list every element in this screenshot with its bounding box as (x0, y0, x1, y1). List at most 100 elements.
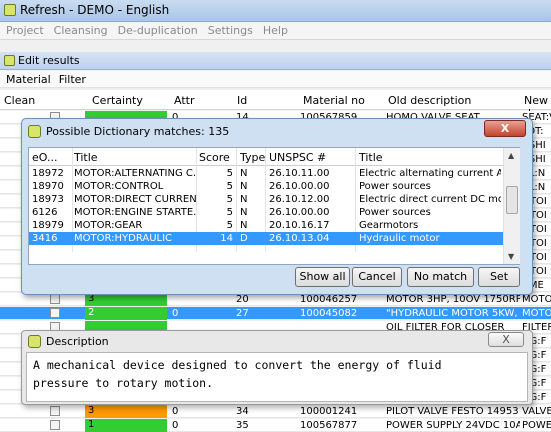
match-id-cell: 3416 (32, 233, 58, 244)
id-cell: 27 (236, 308, 249, 319)
menu-cleansing[interactable]: Cleansing (54, 24, 108, 37)
match-type-cell: N (240, 168, 248, 179)
match-score-cell: 5 (226, 220, 233, 231)
menu-material[interactable]: Material (6, 73, 51, 86)
scroll-thumb[interactable] (506, 186, 518, 214)
col-attr[interactable]: Attr (174, 94, 194, 107)
app-icon (4, 4, 16, 16)
matches-scrollbar[interactable]: ▲ ▼ (503, 148, 520, 264)
clean-checkbox[interactable] (50, 294, 60, 304)
close-icon[interactable]: X (488, 332, 524, 347)
match-title-cell: MOTOR:CONTROL (74, 181, 164, 192)
table-row[interactable]: 3 0 34 100001241 PILOT VALVE FESTO 14953 ...… (0, 405, 551, 418)
match-unspsc-cell: 26.10.12.00 (269, 194, 330, 205)
match-unspsc-title-cell: Power sources (359, 181, 431, 192)
description-dialog: Description X A mechanical device design… (21, 330, 533, 405)
material-no-cell: 100567877 (300, 420, 358, 431)
scroll-up-icon[interactable]: ▲ (508, 151, 514, 160)
edit-results-icon (4, 55, 15, 66)
col-old-description[interactable]: Old description (388, 94, 471, 107)
col-clean[interactable]: Clean (4, 94, 35, 107)
new-description-cell: MOTO (522, 308, 551, 319)
certainty-bar: 1 (85, 419, 167, 432)
mcol-type[interactable]: Type (240, 151, 265, 164)
id-cell: 35 (236, 420, 249, 431)
match-id-cell: 18970 (32, 181, 64, 192)
match-row[interactable]: 18972 MOTOR:ALTERNATING C... 5 N 26.10.11.00… (29, 167, 503, 180)
cancel-button[interactable]: Cancel (352, 267, 402, 287)
old-description-cell: "HYDRAULIC MOTOR 5KW, ... (386, 308, 520, 319)
table-row[interactable]: 2 0 27 100045082 "HYDRAULIC MOTOR 5KW, ... MO… (0, 307, 551, 320)
match-score-cell: 5 (226, 168, 233, 179)
matches-title: Possible Dictionary matches: 135 (46, 125, 230, 138)
description-line-2: pressure to rotary motion. (33, 376, 214, 390)
col-material-no[interactable]: Material no (303, 94, 365, 107)
match-type-cell: N (240, 220, 248, 231)
match-row[interactable]: 6126 MOTOR:ENGINE STARTE... 5 N 26.10.00.00 P… (29, 206, 503, 219)
match-row[interactable]: 18973 MOTOR:DIRECT CURRENT 5 N 26.10.12.00 El… (29, 193, 503, 206)
clean-checkbox[interactable] (50, 308, 60, 318)
match-unspsc-cell: 26.10.00.00 (269, 181, 330, 192)
col-certainty[interactable]: Certainty (92, 94, 143, 107)
mcol-title[interactable]: Title (74, 151, 98, 164)
new-description-cell: POWEF (522, 420, 551, 431)
mcol-score[interactable]: Score (199, 151, 230, 164)
match-id-cell: 18973 (32, 194, 64, 205)
certainty-value: 1 (88, 419, 95, 430)
window-title: Refresh - DEMO - English (20, 3, 170, 17)
scroll-down-icon[interactable]: ▼ (508, 252, 514, 261)
match-id-cell: 18979 (32, 220, 64, 231)
match-id-cell: 6126 (32, 207, 58, 218)
certainty-bar: 3 (85, 405, 167, 418)
menu-help[interactable]: Help (263, 24, 288, 37)
clean-checkbox[interactable] (50, 420, 60, 430)
old-description-cell: POWER SUPPLY 24VDC 10A (386, 420, 520, 431)
match-unspsc-cell: 20.10.16.17 (269, 220, 330, 231)
menu-settings[interactable]: Settings (208, 24, 253, 37)
mcol-id[interactable]: eO... (32, 151, 57, 164)
menu-filter[interactable]: Filter (59, 73, 86, 86)
edit-results-title-bar: Edit results (0, 52, 551, 70)
match-row[interactable]: 3416 MOTOR:HYDRAULIC 14 D 26.10.13.04 Hydraul… (29, 232, 503, 245)
matches-header: eO... Title Score Type UNSPSC # Title (29, 148, 503, 166)
attr-cell: 0 (172, 420, 179, 431)
set-button[interactable]: Set (478, 267, 520, 287)
certainty-value: 3 (88, 405, 95, 416)
match-row[interactable]: 18970 MOTOR:CONTROL 5 N 26.10.00.00 Power sou… (29, 180, 503, 193)
match-unspsc-title-cell: Gearmotors (359, 220, 419, 231)
certainty-bar: 2 (85, 307, 167, 320)
match-row[interactable]: 18979 MOTOR:GEAR 5 N 20.10.16.17 Gearmotors (29, 219, 503, 232)
new-description-cell: VALVE (522, 406, 551, 417)
match-unspsc-title-cell: Power sources (359, 207, 431, 218)
match-id-cell: 18972 (32, 168, 64, 179)
main-menu-bar: Project Cleansing De-duplication Settings He… (0, 22, 551, 40)
match-unspsc-cell: 26.10.13.04 (269, 233, 330, 244)
description-line-1: A mechanical device designed to convert … (33, 358, 442, 372)
match-type-cell: N (240, 207, 248, 218)
description-title: Description (46, 335, 109, 348)
table-row[interactable]: 1 0 35 100567877 POWER SUPPLY 24VDC 10APOWEF (0, 419, 551, 432)
match-unspsc-cell: 26.10.11.00 (269, 168, 330, 179)
attr-cell: 0 (172, 308, 179, 319)
material-no-cell: 100045082 (300, 308, 358, 319)
clean-checkbox[interactable] (50, 406, 60, 416)
mcol-unspsc-title[interactable]: Title (359, 151, 383, 164)
matches-dialog-icon (28, 125, 41, 138)
match-unspsc-cell: 26.10.00.00 (269, 207, 330, 218)
col-id[interactable]: Id (237, 94, 247, 107)
match-title-cell: MOTOR:GEAR (74, 220, 143, 231)
certainty-value: 2 (88, 307, 95, 318)
mcol-unspsc[interactable]: UNSPSC # (269, 151, 326, 164)
show-all-button[interactable]: Show all (295, 267, 350, 287)
no-match-button[interactable]: No match (407, 267, 474, 287)
match-title-cell: MOTOR:ALTERNATING C... (74, 168, 196, 179)
match-type-cell: D (240, 233, 248, 244)
match-unspsc-title-cell: Electric direct current DC mo... (359, 194, 501, 205)
menu-de-duplication[interactable]: De-duplication (118, 24, 198, 37)
menu-project[interactable]: Project (6, 24, 44, 37)
match-title-cell: MOTOR:DIRECT CURRENT (74, 194, 196, 205)
match-unspsc-title-cell: Hydraulic motor (359, 233, 440, 244)
main-title-bar: Refresh - DEMO - English (0, 0, 551, 22)
description-dialog-icon (28, 335, 41, 348)
close-icon[interactable]: X (484, 120, 526, 137)
